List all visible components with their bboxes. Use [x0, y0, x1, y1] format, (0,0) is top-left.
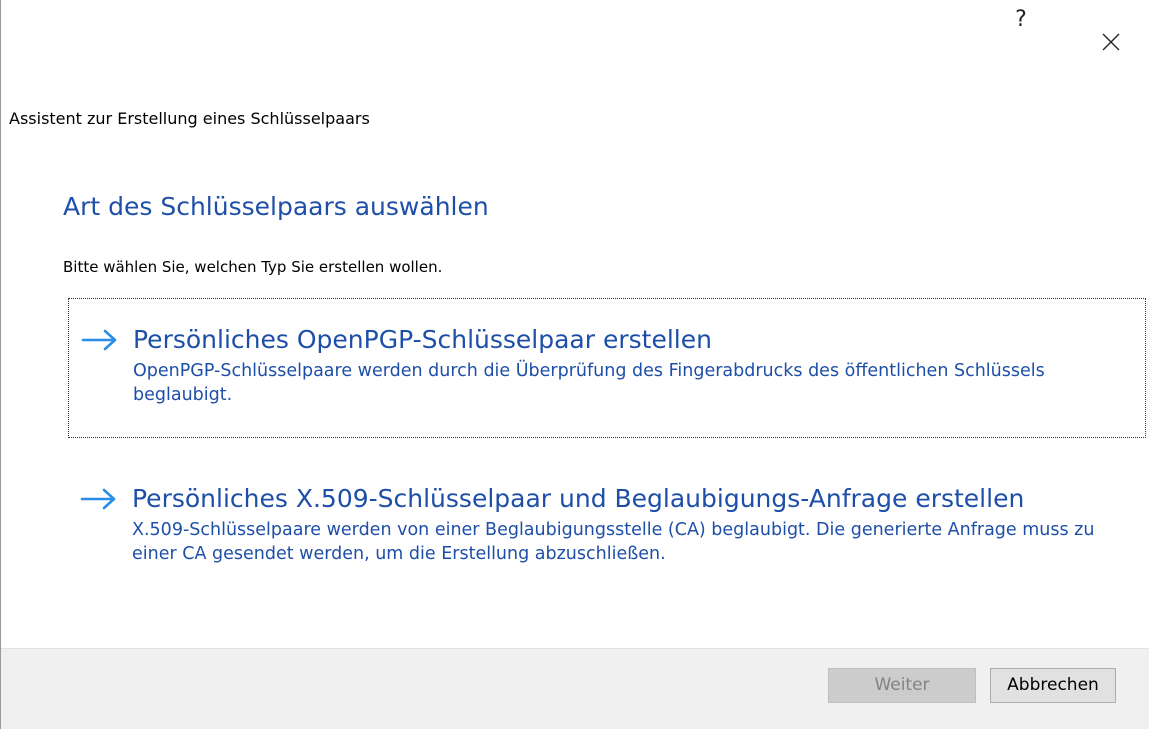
option-texts: Persönliches OpenPGP-Schlüsselpaar erste…	[133, 325, 1145, 407]
option-openpgp-keypair[interactable]: Persönliches OpenPGP-Schlüsselpaar erste…	[68, 298, 1146, 438]
wizard-title: Assistent zur Erstellung eines Schlüssel…	[9, 109, 370, 128]
help-button[interactable]: ?	[1001, 0, 1041, 40]
option-x509-keypair[interactable]: Persönliches X.509-Schlüsselpaar und Beg…	[68, 458, 1146, 598]
close-button[interactable]	[1089, 22, 1133, 62]
option-title: Persönliches OpenPGP-Schlüsselpaar erste…	[133, 325, 712, 354]
cancel-button[interactable]: Abbrechen	[990, 668, 1116, 703]
option-row: Persönliches X.509-Schlüsselpaar und Beg…	[80, 484, 1146, 566]
option-description: X.509-Schlüsselpaare werden von einer Be…	[132, 520, 1095, 564]
arrow-right-icon	[81, 329, 117, 351]
page-heading: Art des Schlüsselpaars auswählen	[63, 192, 489, 221]
close-icon	[1102, 33, 1120, 51]
option-texts: Persönliches X.509-Schlüsselpaar und Beg…	[132, 484, 1146, 566]
wizard-dialog: ? Assistent zur Erstellung eines Schlüss…	[0, 0, 1149, 729]
arrow-right-icon	[80, 488, 116, 510]
page-subtitle: Bitte wählen Sie, welchen Typ Sie erstel…	[63, 258, 443, 276]
option-title: Persönliches X.509-Schlüsselpaar und Beg…	[132, 484, 1025, 513]
next-button[interactable]: Weiter	[828, 668, 976, 703]
option-row: Persönliches OpenPGP-Schlüsselpaar erste…	[81, 325, 1145, 407]
option-description: OpenPGP-Schlüsselpaare werden durch die …	[133, 361, 1045, 405]
button-bar: Weiter Abbrechen	[1, 648, 1149, 729]
